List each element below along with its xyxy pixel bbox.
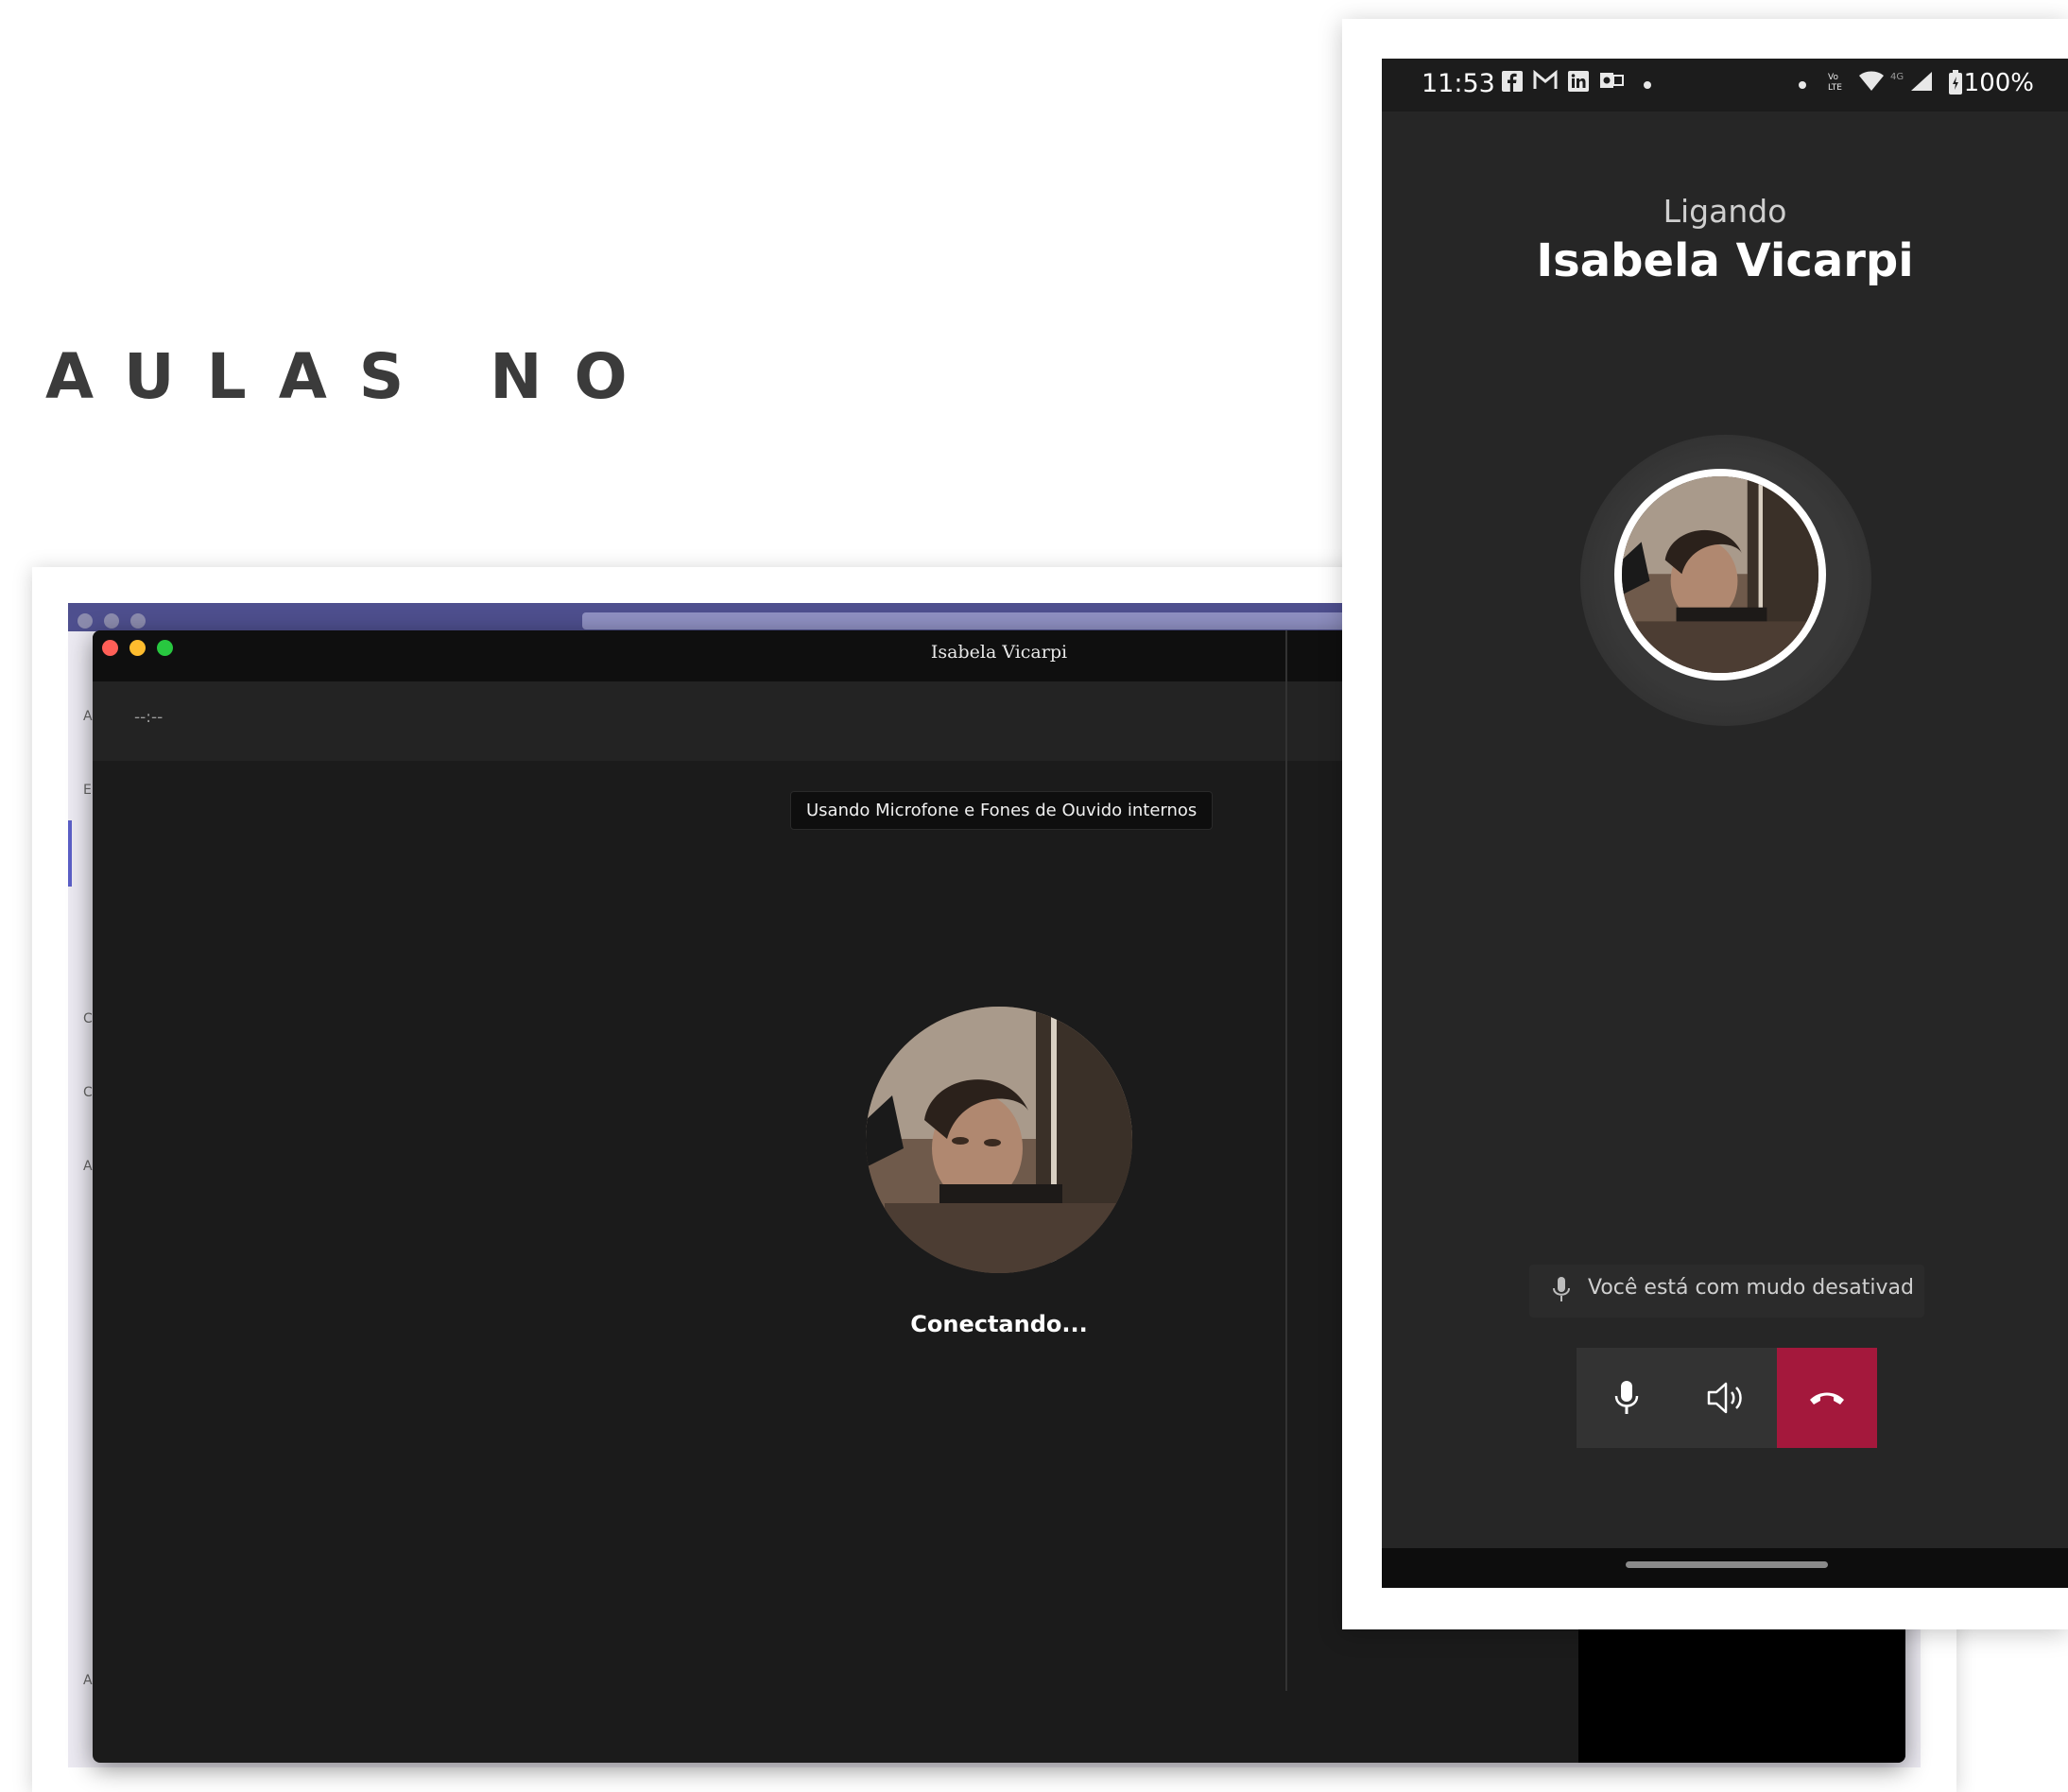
caller-avatar xyxy=(1614,469,1826,681)
status-bar: 11:53 Vo LTE 4G 100% xyxy=(1382,59,2068,112)
window-dot-icon xyxy=(78,613,93,629)
notification-dot-icon xyxy=(1798,72,1807,95)
self-view-placeholder xyxy=(1578,1625,1905,1763)
battery-percentage: 100% xyxy=(1963,69,2034,97)
mute-button[interactable] xyxy=(1577,1348,1677,1448)
home-gesture-handle[interactable] xyxy=(1626,1561,1828,1568)
window-dot-icon xyxy=(130,613,146,629)
call-state-label: Ligando xyxy=(1663,193,1787,230)
audio-device-tooltip: Usando Microfone e Fones de Ouvido inter… xyxy=(790,791,1214,830)
end-call-icon xyxy=(1810,1392,1844,1404)
microphone-icon xyxy=(1614,1381,1639,1414)
page-heading: AULAS NO xyxy=(45,340,660,413)
signal-icon xyxy=(1909,70,1934,98)
wifi-icon xyxy=(1858,70,1885,98)
mute-status-text: Você está com mudo desativad xyxy=(1588,1276,1914,1300)
mobile-call-screen: 11:53 Vo LTE 4G 100% Ligando Isabela Vic… xyxy=(1382,59,2068,1588)
call-timer: --:-- xyxy=(134,708,164,727)
svg-text:Vo: Vo xyxy=(1828,73,1838,82)
caller-photo-icon xyxy=(1622,476,1818,673)
caller-name: Isabela Vicarpi xyxy=(1536,234,1914,287)
caller-photo-icon xyxy=(866,1007,1132,1273)
facebook-icon xyxy=(1501,70,1524,98)
linkedin-icon xyxy=(1567,70,1590,98)
call-controls xyxy=(1577,1348,1877,1448)
volte-icon: Vo LTE xyxy=(1826,70,1851,98)
battery-icon xyxy=(1949,70,1962,100)
navigation-bar xyxy=(1382,1548,2068,1588)
svg-text:4G: 4G xyxy=(1890,72,1904,82)
speaker-icon xyxy=(1707,1382,1742,1414)
sidebar-item-label[interactable]: A xyxy=(83,1159,93,1174)
microphone-icon xyxy=(1552,1276,1571,1308)
sidebar-item-label[interactable]: E xyxy=(83,783,92,798)
window-dot-icon xyxy=(104,613,119,629)
panel-divider xyxy=(1285,630,1287,1691)
notification-dot-icon xyxy=(1643,72,1652,95)
teams-search-bar[interactable] xyxy=(582,612,1433,629)
gmail-icon xyxy=(1533,69,1558,96)
sidebar-active-indicator xyxy=(68,820,72,887)
speaker-button[interactable] xyxy=(1677,1348,1777,1448)
outlook-icon xyxy=(1599,70,1624,96)
mute-status-notice: Você está com mudo desativad xyxy=(1529,1265,1924,1318)
sidebar-item-label[interactable]: A xyxy=(83,709,93,724)
status-time: 11:53 xyxy=(1422,69,1495,98)
caller-avatar xyxy=(866,1007,1132,1273)
hangup-button[interactable] xyxy=(1777,1348,1877,1448)
svg-text:LTE: LTE xyxy=(1828,83,1842,93)
